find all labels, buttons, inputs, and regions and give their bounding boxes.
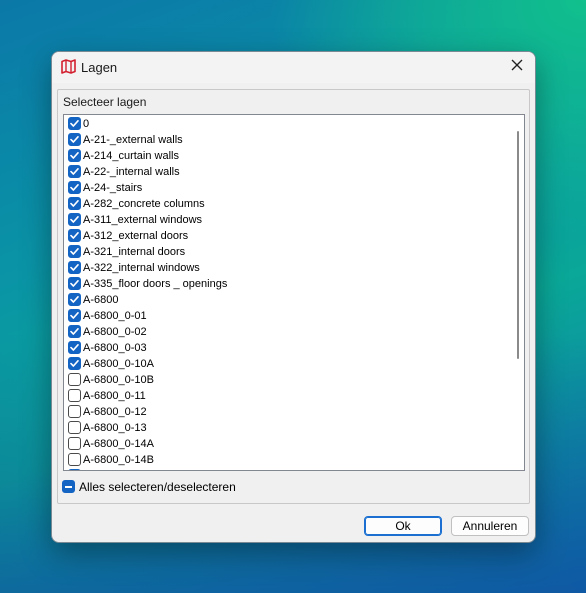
layer-row[interactable]: A-282_concrete columns — [64, 196, 510, 212]
layer-row[interactable]: A-214_curtain walls — [64, 148, 510, 164]
layer-label: A-6800_0-10A — [83, 358, 154, 370]
scrollbar-thumb[interactable] — [517, 131, 519, 359]
title-bar[interactable]: Lagen — [52, 52, 535, 83]
layer-label: A-21-_external walls — [83, 134, 183, 146]
checked-checkbox-icon[interactable] — [68, 213, 81, 226]
layer-row[interactable] — [64, 468, 510, 470]
ok-button[interactable]: Ok — [364, 516, 442, 536]
vertical-scrollbar[interactable] — [511, 115, 524, 470]
layer-row[interactable]: A-6800_0-13 — [64, 420, 510, 436]
checked-checkbox-icon[interactable] — [68, 245, 81, 258]
checked-checkbox-icon[interactable] — [68, 309, 81, 322]
unchecked-checkbox-icon[interactable] — [68, 453, 81, 466]
checked-checkbox-icon[interactable] — [68, 325, 81, 338]
layer-label: A-322_internal windows — [83, 262, 200, 274]
unchecked-checkbox-icon[interactable] — [68, 421, 81, 434]
layer-list[interactable]: 0 A-21-_external walls A-214_curtain walls… — [63, 114, 525, 471]
layer-row[interactable]: A-21-_external walls — [64, 132, 510, 148]
layer-label: A-6800_0-13 — [83, 422, 147, 434]
checked-checkbox-icon[interactable] — [68, 197, 81, 210]
checked-checkbox-icon[interactable] — [68, 149, 81, 162]
layer-label: A-6800_0-02 — [83, 326, 147, 338]
layer-label: A-6800_0-12 — [83, 406, 147, 418]
layer-label: A-6800_0-14B — [83, 454, 154, 466]
layer-selection-group: Selecteer lagen 0 A-21-_external walls A-2… — [57, 89, 530, 504]
layer-row[interactable]: A-6800_0-10A — [64, 356, 510, 372]
unchecked-checkbox-icon[interactable] — [68, 405, 81, 418]
indeterminate-checkbox-icon[interactable] — [62, 480, 75, 493]
layer-row[interactable]: A-6800_0-01 — [64, 308, 510, 324]
group-label: Selecteer lagen — [63, 95, 147, 109]
layer-row[interactable]: A-24-_stairs — [64, 180, 510, 196]
layer-label: A-214_curtain walls — [83, 150, 179, 162]
layer-label: 0 — [83, 118, 90, 130]
layer-row[interactable]: A-6800_0-10B — [64, 372, 510, 388]
checked-checkbox-icon[interactable] — [68, 229, 81, 242]
layer-label: A-6800 — [83, 294, 119, 306]
close-button[interactable] — [499, 52, 535, 82]
layer-label: A-24-_stairs — [83, 182, 143, 194]
layer-label: A-321_internal doors — [83, 246, 186, 258]
layers-dialog: Lagen Selecteer lagen 0 A-21-_external wa… — [51, 51, 536, 543]
select-all-label: Alles selecteren/deselecteren — [79, 480, 236, 494]
unchecked-checkbox-icon[interactable] — [68, 437, 81, 450]
checked-checkbox-icon[interactable] — [68, 261, 81, 274]
unchecked-checkbox-icon[interactable] — [68, 389, 81, 402]
close-icon — [511, 58, 523, 76]
checked-checkbox-icon[interactable] — [68, 117, 81, 130]
layer-row[interactable]: A-6800_0-14A — [64, 436, 510, 452]
layer-row[interactable]: A-6800_0-12 — [64, 404, 510, 420]
layer-label: A-335_floor doors _ openings — [83, 278, 228, 290]
layer-row[interactable]: 0 — [64, 116, 510, 132]
checked-checkbox-icon[interactable] — [68, 469, 81, 470]
layer-label: A-6800_0-14A — [83, 438, 154, 450]
checked-checkbox-icon[interactable] — [68, 341, 81, 354]
checked-checkbox-icon[interactable] — [68, 277, 81, 290]
layer-label: A-6800_0-11 — [83, 390, 146, 402]
cancel-button[interactable]: Annuleren — [451, 516, 529, 536]
checked-checkbox-icon[interactable] — [68, 357, 81, 370]
window-title: Lagen — [81, 60, 118, 75]
layer-row[interactable]: A-6800 — [64, 292, 510, 308]
layer-row[interactable]: A-22-_internal walls — [64, 164, 510, 180]
layer-label: A-282_concrete columns — [83, 198, 205, 210]
map-icon — [60, 58, 77, 75]
layer-row[interactable]: A-6800_0-02 — [64, 324, 510, 340]
layer-label: A-6800_0-03 — [83, 342, 147, 354]
layer-label: A-22-_internal walls — [83, 166, 180, 178]
layer-row[interactable]: A-311_external windows — [64, 212, 510, 228]
layer-label: A-6800_0-10B — [83, 374, 154, 386]
checked-checkbox-icon[interactable] — [68, 165, 81, 178]
layer-row[interactable]: A-335_floor doors _ openings — [64, 276, 510, 292]
layer-row[interactable]: A-322_internal windows — [64, 260, 510, 276]
layer-row[interactable]: A-321_internal doors — [64, 244, 510, 260]
checked-checkbox-icon[interactable] — [68, 293, 81, 306]
layer-label: A-312_external doors — [83, 230, 189, 242]
layer-row[interactable]: A-312_external doors — [64, 228, 510, 244]
layer-row[interactable]: A-6800_0-14B — [64, 452, 510, 468]
checked-checkbox-icon[interactable] — [68, 181, 81, 194]
layer-row[interactable]: A-6800_0-11 — [64, 388, 510, 404]
layer-row[interactable]: A-6800_0-03 — [64, 340, 510, 356]
unchecked-checkbox-icon[interactable] — [68, 373, 81, 386]
layer-label: A-311_external windows — [83, 214, 203, 226]
layer-label: A-6800_0-01 — [83, 310, 147, 322]
checked-checkbox-icon[interactable] — [68, 133, 81, 146]
